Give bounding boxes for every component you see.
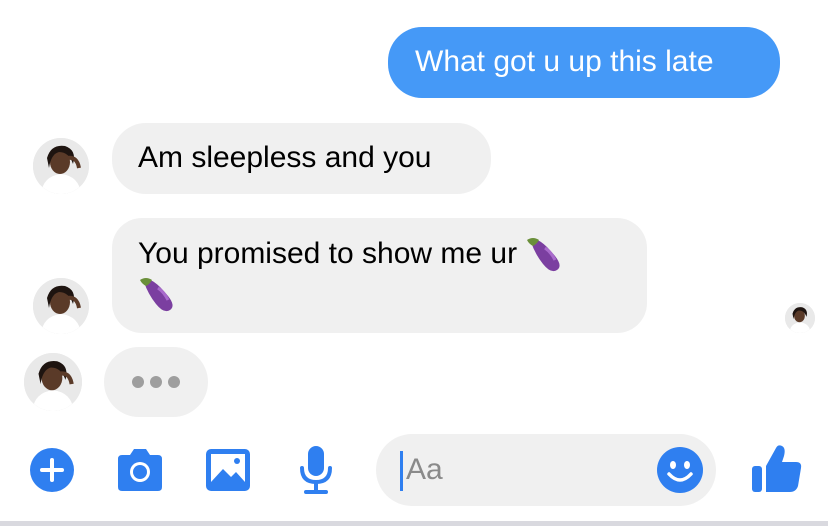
add-icon[interactable] xyxy=(28,446,76,499)
sent-message-bubble[interactable]: What got u up this late xyxy=(388,27,780,98)
received-message-text: You promised to show me ur xyxy=(138,237,518,270)
typing-avatar[interactable] xyxy=(24,353,82,411)
thumbs-up-icon[interactable] xyxy=(750,442,804,501)
bottom-divider xyxy=(0,521,828,526)
typing-dot xyxy=(132,376,144,388)
received-message-bubble[interactable]: Am sleepless and you xyxy=(112,123,491,194)
contact-avatar[interactable] xyxy=(33,278,89,334)
camera-icon[interactable] xyxy=(114,447,166,498)
seen-receipt-avatar xyxy=(785,303,815,333)
microphone-icon[interactable] xyxy=(296,444,336,501)
typing-dot xyxy=(168,376,180,388)
received-message-bubble[interactable]: You promised to show me ur xyxy=(112,218,647,333)
eggplant-icon xyxy=(525,234,569,274)
gallery-icon[interactable] xyxy=(204,447,252,498)
received-message-text: Am sleepless and you xyxy=(138,141,432,174)
typing-dot xyxy=(150,376,162,388)
contact-avatar[interactable] xyxy=(33,138,89,194)
sent-message-text: What got u up this late xyxy=(415,45,714,78)
text-caret xyxy=(400,451,403,491)
typing-indicator xyxy=(104,347,208,417)
emoji-icon[interactable] xyxy=(656,446,704,499)
message-input-placeholder: Aa xyxy=(406,453,443,486)
eggplant-icon xyxy=(138,274,182,314)
